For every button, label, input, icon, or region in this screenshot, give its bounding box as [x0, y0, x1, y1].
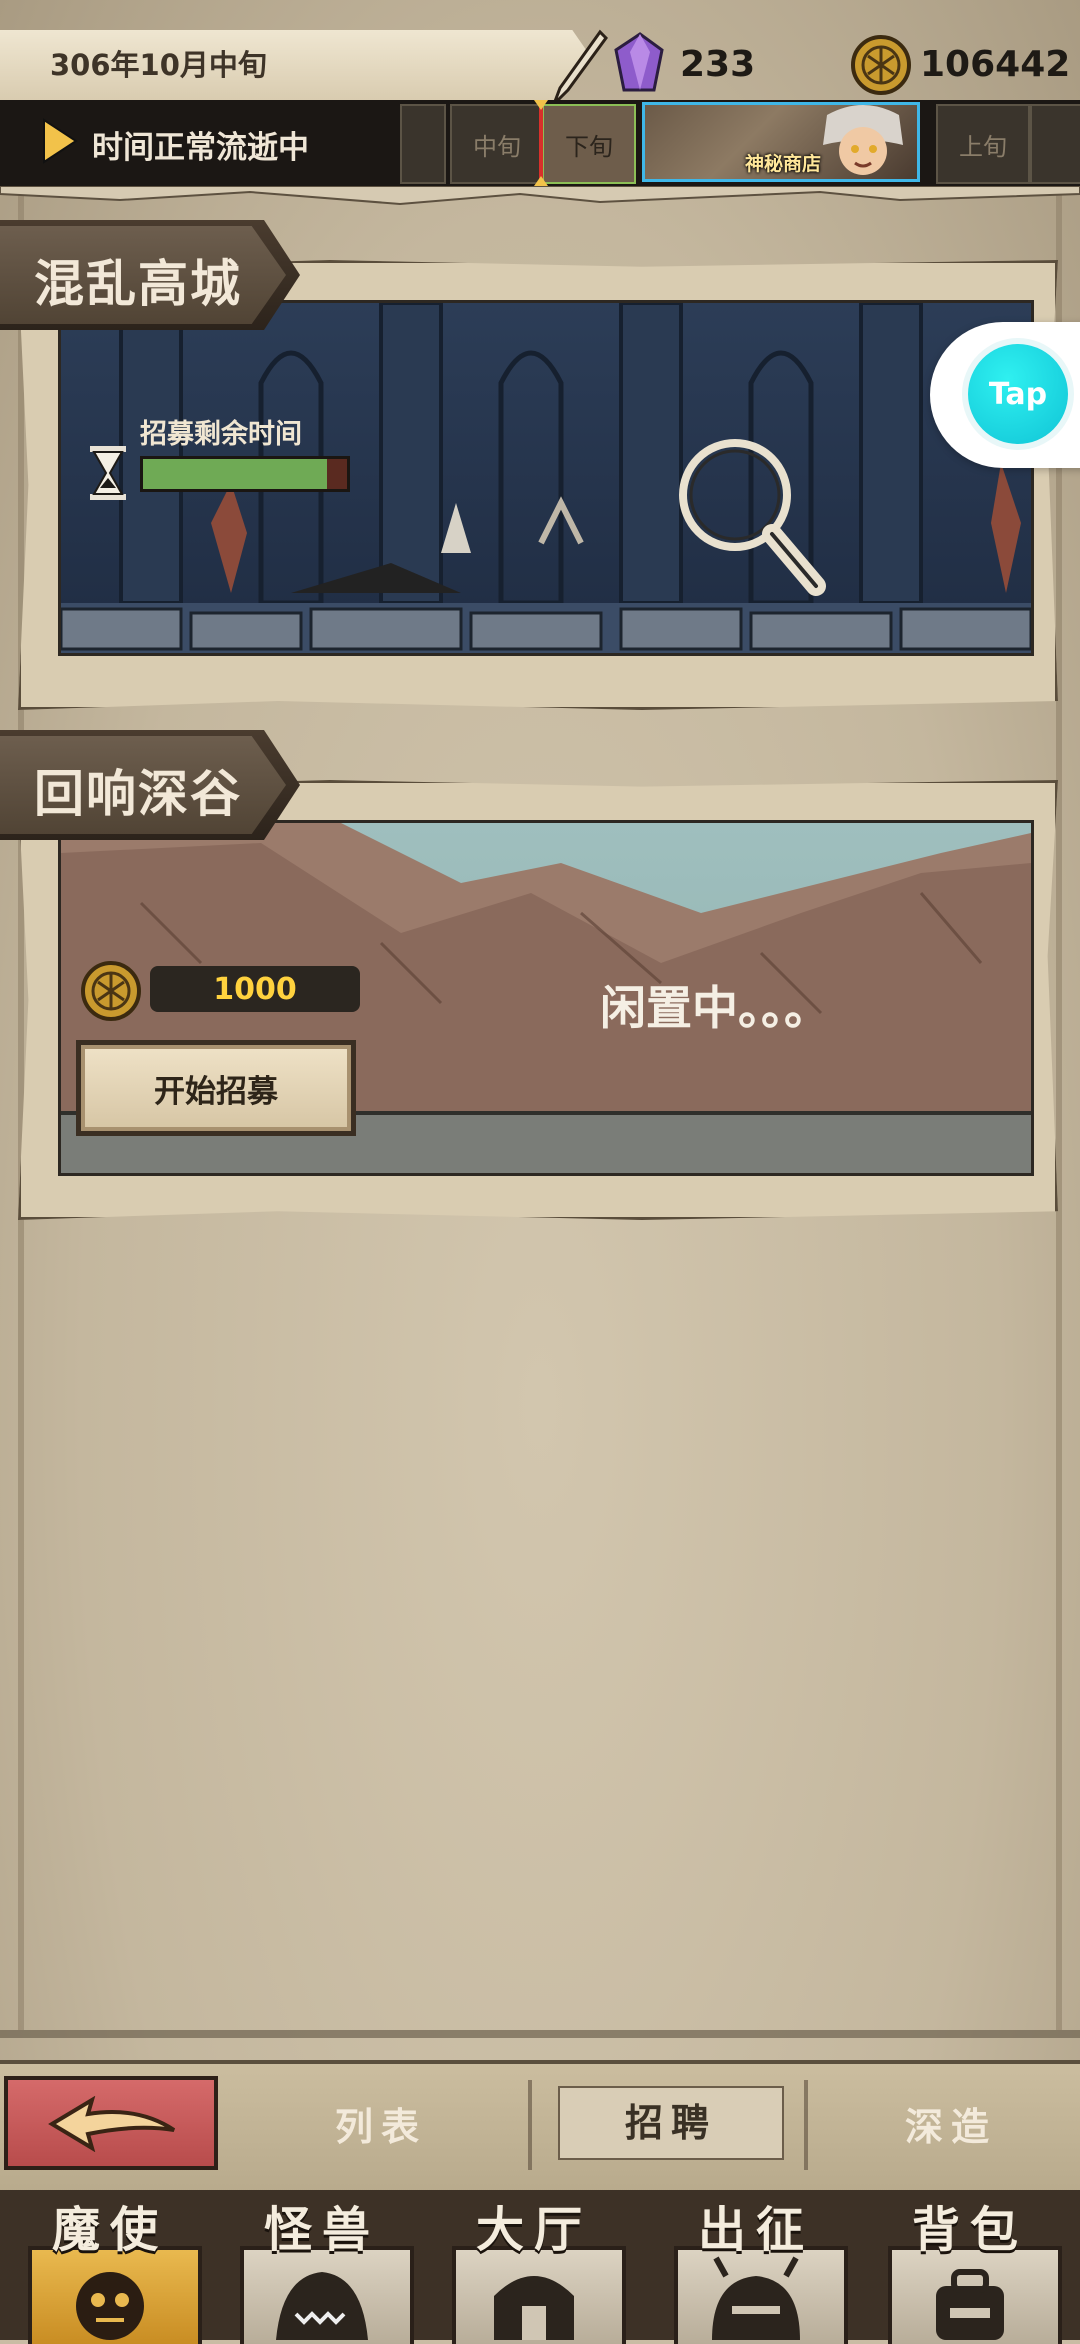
magnifier-icon[interactable]: [670, 430, 830, 600]
tab-separator: [804, 2080, 808, 2170]
top-bar: 306年10月中旬 233 106442 时间正常流逝中 中旬 下旬 神秘商店 …: [0, 0, 1080, 206]
time-status: 时间正常流逝中: [92, 130, 309, 166]
nav-backpack[interactable]: 背包: [870, 2190, 1070, 2344]
nav-hall[interactable]: 大厅: [434, 2190, 634, 2344]
tab-list[interactable]: 列表: [335, 2096, 427, 2151]
back-arrow-icon: [48, 2096, 176, 2152]
calendar-cell: 上旬: [936, 104, 1030, 184]
tap-floating-widget[interactable]: Tap: [930, 322, 1080, 468]
tab-separator: [528, 2080, 532, 2170]
nav-label: 出征: [697, 2202, 814, 2258]
torn-edge: [0, 186, 1080, 206]
start-recruit-button[interactable]: 开始招募: [76, 1040, 356, 1136]
idle-status: 闲置中。。。: [600, 981, 830, 1035]
location-title: 混乱高城: [34, 255, 242, 313]
recruit-progress-fill: [143, 459, 327, 489]
frame-border-bottom: [0, 2030, 1080, 2038]
tab-recruit[interactable]: 招聘: [558, 2086, 784, 2160]
play-icon[interactable]: [40, 116, 80, 166]
gold-coin-icon: [851, 35, 911, 95]
quill-icon: [552, 29, 608, 106]
monster-icon: [276, 2272, 368, 2340]
back-button[interactable]: [4, 2076, 218, 2170]
expedition-helmet-icon: [712, 2256, 800, 2340]
shop-merchant-icon: [823, 105, 903, 175]
hall-icon: [494, 2276, 574, 2340]
gem-count: 233: [680, 44, 756, 85]
calendar-cell: [1030, 104, 1080, 184]
calendar-cell: 中旬: [450, 104, 544, 184]
nav-demon-envoy[interactable]: 魔使: [10, 2190, 210, 2344]
location-title-banner: 混乱高城: [0, 220, 300, 330]
shop-label: 神秘商店: [745, 153, 822, 175]
nav-label: 魔使: [51, 2202, 168, 2258]
demon-skull-icon: [76, 2272, 144, 2340]
gold-coin-icon: [81, 961, 141, 1021]
calendar-cell-current: 下旬: [542, 104, 636, 184]
gold-count: 106442: [920, 44, 1071, 85]
tab-deep-study[interactable]: 深造: [905, 2096, 997, 2151]
tap-button[interactable]: Tap: [968, 344, 1068, 444]
nav-monster[interactable]: 怪兽: [222, 2190, 422, 2344]
nav-expedition[interactable]: 出征: [656, 2190, 856, 2344]
backpack-icon: [936, 2269, 1004, 2340]
hourglass-icon: [90, 446, 126, 500]
mystery-shop-button[interactable]: 神秘商店: [642, 102, 920, 182]
recruit-cost: 1000: [150, 966, 360, 1012]
time-marker-icon: [534, 100, 548, 186]
location-title: 回响深谷: [34, 765, 242, 823]
calendar-cell: [400, 104, 446, 184]
gem-icon: [614, 32, 664, 92]
recruit-time-label: 招募剩余时间: [140, 419, 302, 450]
nav-label: 怪兽: [263, 2202, 380, 2258]
nav-label: 大厅: [475, 2202, 592, 2258]
recruit-progress-bar: [140, 456, 350, 492]
location-title-banner: 回响深谷: [0, 730, 300, 840]
nav-label: 背包: [911, 2202, 1028, 2258]
game-date: 306年10月中旬: [50, 48, 267, 82]
